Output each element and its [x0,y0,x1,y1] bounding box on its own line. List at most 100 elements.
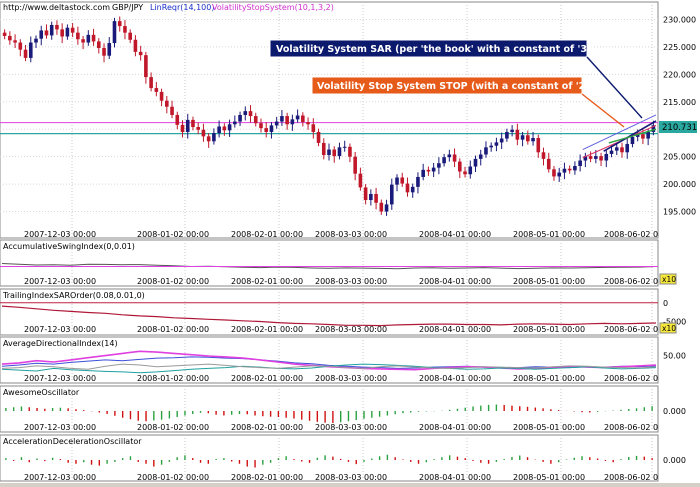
y-tick-label: 195.000 [663,208,696,217]
x-tick-label: 2008-04-01 00:00 [419,473,491,482]
candle-body [138,51,143,56]
candle-body [159,91,164,101]
candle-body [123,26,127,33]
candle-body [128,32,132,40]
x-tick-label: 2008-02-01 00:00 [231,325,303,334]
x-tick-label: 2008-06-02 0 [604,473,658,482]
candle-body [458,161,462,172]
candle-body [620,147,624,153]
candle-body [180,124,185,132]
candle-body [13,40,17,43]
x-tick-label: 2008-05-01 00:00 [513,277,585,286]
candle-body [212,133,216,142]
x-tick-label: 2008-02-01 00:00 [231,473,303,482]
x-tick-label: 2008-03-03 00:00 [315,374,387,383]
adx-y-tick: 50.00 [663,352,686,361]
adx-title: AverageDirectionalIndex(14) [3,339,118,348]
tisar-multiplier-badge: x10 [659,322,677,334]
candle-body [248,111,253,117]
candle-body [274,121,279,126]
candle-body [515,129,520,140]
candle-body [520,135,525,140]
candle-body [49,24,54,36]
x-tick-label: 2008-03-03 00:00 [315,473,387,482]
candle-body [646,131,650,139]
candle-body [23,49,28,58]
y-tick-label: 200.000 [663,180,696,189]
candle-body [468,166,473,175]
candle-body [557,172,562,177]
candle-body [280,116,284,122]
candle-body [2,32,7,36]
candle-body [562,168,567,173]
candle-body [546,158,551,170]
last-price-tag: 210.731 [659,121,697,133]
ao-title: AwesomeOscillator [3,388,80,397]
candle-body [421,169,425,177]
candle-body [217,126,221,134]
x-tick-label: 2007-12-03 00:00 [24,325,96,334]
x-tick-label: 2008-04-01 00:00 [419,423,491,432]
candle-body [301,115,305,123]
candle-body [196,127,200,130]
candle-body [374,193,378,203]
candle-body [65,27,70,37]
ac-bar-y-tick: 0.000 [663,456,686,465]
asi-multiplier-badge: x10 [659,273,677,285]
x-tick-label: 2007-12-03 00:00 [24,277,96,286]
candle-body [18,42,23,50]
candle-body [81,39,85,43]
candle-body [112,21,117,44]
volstop-label: VolatilityStopSystem(10,1,3,2) [212,3,334,12]
sar-annotation-text: Volatility System SAR (per 'the book' wi… [276,44,594,55]
x-tick-label: 2008-03-03 00:00 [315,277,387,286]
x-tick-label: 2007-12-03 00:00 [24,230,96,239]
candle-body [526,135,530,142]
candle-body [170,106,174,115]
candle-body [389,184,394,205]
candle-body [499,138,504,143]
candle-body [416,176,420,187]
candle-body [410,186,415,193]
candle-body [227,124,232,131]
candle-body [452,154,457,162]
candle-body [149,77,153,89]
candle-body [191,119,195,128]
candle-body [588,156,593,159]
y-tick-label: 215.000 [663,98,696,107]
x-tick-label: 2008-04-01 00:00 [419,325,491,334]
candle-body [306,122,310,125]
candle-body [342,146,347,148]
candle-body [437,163,441,168]
x-tick-label: 2008-06-02 0 [604,374,658,383]
candle-body [332,149,337,157]
candle-body [552,169,556,177]
candle-body [175,114,180,125]
candle-body [594,156,598,159]
x-tick-label: 2008-06-02 0 [604,230,658,239]
candle-body [484,147,488,155]
price-panel-frame [0,1,659,239]
chart-window: 2007-12-03 00:00 2008-01-02 00:00 2008-02-… [0,0,700,483]
candle-body [185,119,190,132]
candle-body [369,193,373,201]
candle-body [295,115,300,120]
candle-body [431,167,436,172]
tisar-multiplier-text: x10 [662,324,676,333]
last-price-text: 210.731 [662,123,697,133]
x-tick-label: 2008-03-03 00:00 [315,423,387,432]
x-tick-label: 2008-02-01 00:00 [231,230,303,239]
x-tick-label: 2008-03-03 00:00 [315,325,387,334]
candle-body [510,129,514,132]
candle-body [86,34,91,43]
x-tick-label: 2008-02-01 00:00 [231,277,303,286]
candle-body [578,160,582,166]
x-tick-label: 2008-05-01 00:00 [513,423,585,432]
candle-body [243,111,248,115]
candle-body [76,32,80,40]
candle-body [384,204,389,212]
x-tick-label: 2008-01-02 00:00 [137,374,209,383]
symbol-label: GBP/JPY [112,3,143,12]
ao-bar-y-tick: 0.000 [663,407,686,416]
x-tick-label: 2007-12-03 00:00 [24,374,96,383]
